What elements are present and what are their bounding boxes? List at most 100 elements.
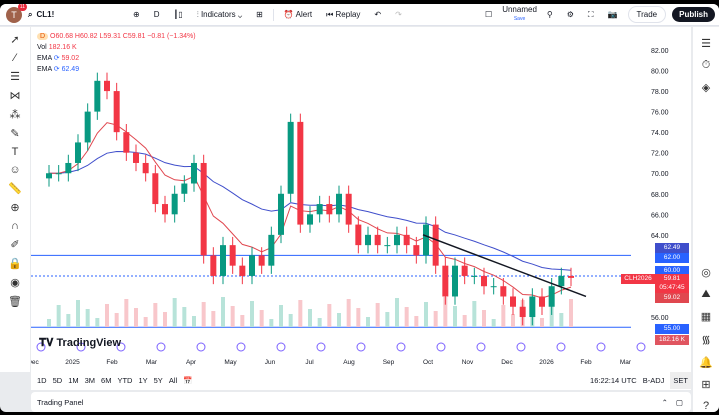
x-tick-label: Oct [423,359,433,366]
magnet-icon[interactable]: ∩ [11,220,19,232]
volume-bar [182,307,187,327]
indicators-button[interactable]: ⫶ Indicators ⌄ [193,10,246,20]
x-tick-label: Dec [501,359,513,366]
volume-bar [540,318,544,327]
clock-time[interactable]: 16:22:14 UTC [590,376,637,385]
y-tick-label: 70.00 [651,171,669,178]
zoom-icon[interactable]: ⊕ [10,201,19,214]
replay-label: Replay [335,9,361,19]
alerts-icon[interactable]: ⏱ [702,59,711,72]
set-button[interactable]: SET [670,371,691,389]
trade-button[interactable]: Trade [627,6,667,23]
search-icon: ⌕ [28,9,33,19]
trading-panel[interactable]: Trading Panel ⌃ ▢ [31,392,691,412]
candle [452,265,458,297]
x-tick-label: Jul [305,359,314,366]
tf-5d[interactable]: 5D [53,376,63,385]
right-sidebar: ☰ ⏱ ◈ ◎ ⛰ ▦ ᯾ 🔔 ⊞? [693,27,719,412]
interval-button[interactable]: D [150,10,164,19]
fullscreen-icon[interactable]: ⛶ [584,10,598,20]
volume-bar [230,306,235,327]
watchlist-icon[interactable]: ☰ [701,37,711,50]
candle [94,80,101,112]
ideas-icon[interactable]: ⛰ [701,288,710,301]
layouts-icon[interactable]: ⊞ [252,10,267,19]
pattern-icon[interactable]: ⋈ [10,89,21,102]
volume-bar [56,305,61,327]
snapshot-icon[interactable]: 📷 [604,10,622,19]
y-tick-label: 68.00 [651,192,669,199]
publish-button[interactable]: Publish [672,7,715,22]
candle [539,296,545,307]
tf-3m[interactable]: 3M [85,376,95,385]
eye-icon[interactable]: ◉ [10,276,20,289]
trash-icon[interactable]: 🗑 [8,295,22,308]
goto-date-icon[interactable]: 📅 [183,376,192,385]
volume-bar [240,315,245,327]
brush-icon[interactable]: ✎ [10,127,19,140]
chevron-up-icon[interactable]: ⌃ [662,398,668,407]
cursor-icon[interactable]: ➚ [10,33,19,46]
volume-bar [482,310,486,327]
layers-icon[interactable]: ◈ [702,81,710,94]
layout-checkbox[interactable]: ☐ [481,10,496,19]
volume-bar [424,302,428,327]
candle [413,245,420,256]
chart-canvas[interactable]: 82.00 80.00 78.00 76.00 74.00 72.00 70.00 68.00… [27,27,691,370]
quick-search-icon[interactable]: ⚲ [543,10,557,19]
avatar[interactable]: T 11 [6,4,27,23]
candle [46,173,52,179]
projection-icon[interactable]: ⁂ [10,108,21,121]
y-tick-label: 82.00 [651,48,669,55]
candle [461,265,468,276]
volume-bar [375,303,380,327]
settings-icon[interactable]: ⚙ [563,10,578,19]
volume-bar [385,312,390,327]
drawing-toolbar: ➚ ⁄ ☰ ⋈ ⁂ ✎ T ☺ 📏 ⊕ ∩ ✐ 🔒 ◉ 🗑 [0,27,30,372]
volume-bar [298,300,303,327]
tf-6m[interactable]: 6M [101,376,111,385]
lock-draw-icon[interactable]: ✐ [10,238,19,251]
symbol-search[interactable]: ⌕ CL1! [28,10,123,20]
tag-ema1: 59.02 [655,293,689,303]
calendar-icon[interactable]: ▦ [701,310,711,323]
alert-button[interactable]: ⏰ Alert [280,10,316,19]
tf-1m[interactable]: 1M [68,376,78,385]
tf-all[interactable]: All [169,376,177,385]
badj-button[interactable]: B-ADJ [643,376,665,385]
feed-icon[interactable]: ᯾ [701,332,710,347]
candle-type-icon[interactable]: ┃▯ [169,10,186,19]
replay-button[interactable]: ⏮ Replay [322,10,364,20]
layout-name[interactable]: Unnamed Save [502,6,537,23]
lock-icon[interactable]: 🔒 [8,257,22,270]
target-icon[interactable]: ◎ [701,266,711,279]
candle [287,121,294,194]
volume-bar [491,319,496,327]
layout-name-text: Unnamed [502,5,537,14]
candle [432,224,439,266]
text-icon[interactable]: T [12,146,19,158]
price-chart[interactable]: D O60.68 H60.82 L59.31 C59.81 −0.81 (−1.… [27,27,691,370]
tf-1y[interactable]: 1Y [138,376,147,385]
ema1-value: 59.02 [61,55,80,62]
help-icon[interactable]: ? [703,400,709,412]
tf-1d[interactable]: 1D [37,376,47,385]
x-tick-label: Mar [620,359,632,366]
event-marker [156,342,166,352]
tf-5y[interactable]: 5Y [154,376,163,385]
fib-icon[interactable]: ☰ [10,70,20,83]
maximize-icon[interactable]: ▢ [676,398,683,407]
candle [75,142,81,163]
volume-bar [414,316,419,327]
apps-icon[interactable]: ⊞ [701,378,710,391]
ruler-icon[interactable]: 📏 [8,182,22,195]
bell-icon[interactable]: 🔔 [699,356,713,369]
tf-ytd[interactable]: YTD [117,376,132,385]
emoji-icon[interactable]: ☺ [9,164,20,176]
redo-icon[interactable]: ↷ [391,10,406,19]
trendline-icon[interactable]: ⁄ [14,52,16,64]
undo-icon[interactable]: ↶ [370,10,385,19]
compare-icon[interactable]: ⊕ [129,10,144,19]
tag-62: 62.00 [655,253,689,263]
volume-bar [172,298,177,327]
